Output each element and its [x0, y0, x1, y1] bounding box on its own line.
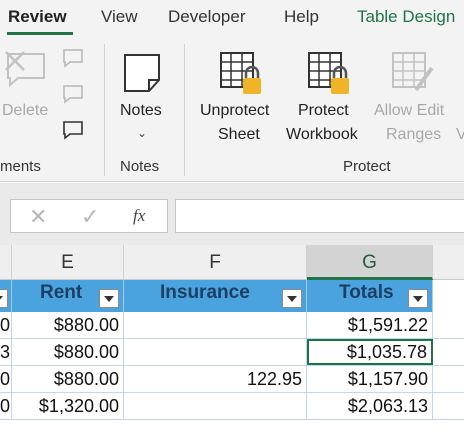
table-cell[interactable]: 0 [0, 312, 12, 338]
insert-function-icon[interactable]: fx [133, 206, 145, 226]
table-row: 0 $880.00 122.95 $1,157.90 [0, 366, 464, 393]
formula-buttons: ✕ ✓ fx [10, 199, 168, 233]
empty-header-cell [433, 280, 464, 312]
group-divider [184, 44, 185, 176]
ribbon-tabs: Review View Developer Help Table Design [0, 0, 464, 38]
active-cell[interactable]: $1,035.78 [307, 339, 433, 365]
table-cell[interactable]: $880.00 [12, 339, 124, 365]
table-cell[interactable] [124, 339, 307, 365]
insurance-header-label: Insurance [160, 282, 250, 303]
unprotect-sheet-label-2: Sheet [218, 126, 260, 143]
column-header-h[interactable] [433, 245, 464, 280]
unprotect-sheet-label-1: Unprotect [200, 102, 270, 119]
enter-icon[interactable]: ✓ [81, 204, 99, 230]
tab-table-design[interactable]: Table Design [357, 7, 455, 27]
table-row: 0 $880.00 $1,591.22 [0, 312, 464, 339]
column-headers: E F G [0, 245, 464, 280]
column-header-f[interactable]: F [124, 245, 307, 280]
protect-group-label: Protect [343, 158, 391, 175]
totals-header-label: Totals [339, 282, 394, 303]
sheet-lock-icon [220, 52, 261, 94]
delete-comment-icon [5, 51, 45, 88]
tab-view[interactable]: View [101, 7, 138, 27]
tab-help[interactable]: Help [284, 7, 319, 27]
table-cell[interactable] [124, 312, 307, 338]
table-cell[interactable]: 122.95 [124, 366, 307, 392]
formula-input[interactable] [175, 199, 464, 233]
comments-group-label: ments [0, 158, 41, 175]
allow-edit-ranges-icon [392, 52, 434, 92]
show-comments-icon[interactable] [62, 120, 84, 140]
notes-icon [124, 54, 160, 92]
next-comment-icon[interactable] [62, 84, 84, 104]
table-header-totals: Totals [307, 280, 433, 312]
overflow-button-label[interactable]: V [456, 124, 464, 146]
table-header-cell [0, 280, 12, 312]
data-table: Rent Insurance Totals 0 $880.00 $1,591.2… [0, 280, 464, 433]
table-cell[interactable]: $1,157.90 [307, 366, 433, 392]
table-cell[interactable]: $1,591.22 [307, 312, 433, 338]
filter-dropdown-button[interactable] [0, 289, 8, 308]
protect-workbook-label-2: Workbook [286, 126, 358, 143]
table-cell[interactable]: 0 [0, 393, 12, 419]
filter-dropdown-button[interactable] [99, 289, 119, 308]
table-row: 0 $1,320.00 $2,063.13 [0, 393, 464, 420]
protect-workbook-label-1: Protect [298, 102, 349, 119]
table-header-rent: Rent [12, 280, 124, 312]
notes-group-label: Notes [120, 158, 160, 175]
column-header-d[interactable] [0, 245, 12, 280]
group-divider [104, 44, 105, 176]
table-header-insurance: Insurance [124, 280, 307, 312]
table-cell[interactable] [124, 393, 307, 419]
allow-edit-ranges-label-1: Allow Edit [374, 102, 445, 119]
filter-dropdown-button[interactable] [282, 289, 302, 308]
allow-edit-ranges-label-2: Ranges [386, 126, 442, 143]
notes-label: Notes [120, 102, 162, 119]
filter-dropdown-button[interactable] [408, 289, 428, 308]
cancel-icon[interactable]: ✕ [29, 204, 47, 230]
rent-header-label: Rent [40, 282, 83, 303]
table-cell[interactable]: $880.00 [12, 312, 124, 338]
column-header-e[interactable]: E [12, 245, 124, 280]
table-cell[interactable]: $880.00 [12, 366, 124, 392]
previous-comment-icon[interactable] [62, 48, 84, 68]
table-cell[interactable]: $2,063.13 [307, 393, 433, 419]
ribbon: Delete ments Notes ⌄ Notes Unprotect She… [0, 38, 464, 182]
delete-label: Delete [2, 102, 49, 119]
active-tab-indicator [7, 32, 73, 35]
tab-review[interactable]: Review [8, 7, 67, 27]
table-cell[interactable]: 3 [0, 339, 12, 365]
chevron-down-icon: ⌄ [137, 126, 148, 140]
column-header-g[interactable]: G [307, 245, 433, 280]
table-cell[interactable]: $1,320.00 [12, 393, 124, 419]
tab-developer[interactable]: Developer [168, 7, 246, 27]
table-cell[interactable]: 0 [0, 366, 12, 392]
table-row: 3 $880.00 $1,035.78 [0, 339, 464, 366]
workbook-lock-icon [308, 52, 349, 94]
formula-bar: ✕ ✓ fx [0, 183, 464, 245]
